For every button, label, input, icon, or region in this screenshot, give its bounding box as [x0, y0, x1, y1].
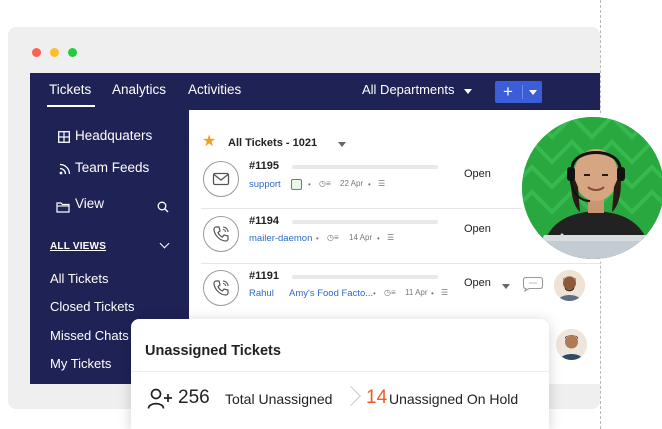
on-hold-count: 14 — [366, 387, 388, 408]
due-date-icon: ◷≡ — [319, 179, 331, 188]
search-icon[interactable] — [157, 200, 169, 218]
minimize-window-button[interactable] — [50, 48, 59, 57]
subject-placeholder-bar — [292, 275, 438, 279]
ticket-status[interactable]: Open — [464, 223, 491, 235]
ticket-date: 11 Apr — [405, 288, 428, 297]
separator-dot: • — [431, 289, 434, 298]
separator-dot: • — [373, 289, 376, 298]
add-user-icon — [147, 388, 173, 415]
due-date-icon: ◷≡ — [384, 288, 396, 297]
ticket-id[interactable]: #1194 — [249, 215, 279, 227]
ticket-list-header[interactable]: All Tickets - 1021 — [228, 137, 317, 149]
separator-dot: • — [377, 234, 380, 243]
plus-icon: + — [503, 82, 513, 101]
ticket-contact[interactable]: support — [249, 179, 281, 190]
rss-icon — [59, 162, 71, 180]
sidebar-item-headquarters[interactable]: Headquaters — [75, 128, 152, 143]
top-nav-bar: Tickets Analytics Activities All Departm… — [30, 73, 600, 110]
sidebar-item-team-feeds[interactable]: Team Feeds — [75, 160, 149, 175]
folder-icon — [56, 200, 70, 218]
app-screenshot: Tickets Analytics Activities All Departm… — [0, 0, 662, 429]
list-icon: ☰ — [378, 179, 386, 188]
total-unassigned-count: 256 — [178, 387, 210, 408]
smiley-icon — [291, 179, 302, 190]
chevron-down-icon[interactable] — [502, 284, 510, 289]
maximize-window-button[interactable] — [68, 48, 77, 57]
phone-icon — [203, 270, 239, 306]
card-divider — [131, 371, 549, 372]
agent-avatar[interactable] — [554, 270, 585, 301]
ticket-date: 14 Apr — [349, 233, 373, 242]
add-button[interactable]: + — [495, 81, 542, 103]
chevron-down-icon[interactable] — [338, 142, 346, 147]
separator-dot: • — [368, 180, 371, 189]
support-agent-photo — [519, 114, 662, 262]
list-icon: ☰ — [441, 288, 449, 297]
card-title: Unassigned Tickets — [145, 343, 281, 359]
chat-bubble-icon[interactable] — [522, 276, 544, 297]
grid-icon — [58, 130, 70, 148]
email-icon — [203, 161, 239, 197]
view-missed-chats[interactable]: Missed Chats — [50, 328, 129, 343]
tab-analytics[interactable]: Analytics — [112, 82, 166, 97]
separator-dot: • — [308, 180, 311, 189]
star-icon[interactable]: ★ — [202, 131, 216, 151]
all-views-heading[interactable]: ALL VIEWS — [50, 241, 106, 252]
ticket-date: 22 Apr — [340, 179, 364, 188]
button-separator — [522, 85, 523, 99]
unassigned-tickets-card: Unassigned Tickets 256 Total Unassigned … — [131, 319, 549, 429]
chevron-down-icon[interactable] — [159, 238, 170, 249]
subject-placeholder-bar — [292, 220, 438, 224]
phone-icon — [203, 216, 239, 252]
total-unassigned-label: Total Unassigned — [225, 391, 333, 407]
due-date-icon: ◷≡ — [327, 233, 339, 242]
view-closed-tickets[interactable]: Closed Tickets — [50, 299, 135, 314]
ticket-id[interactable]: #1191 — [249, 270, 279, 282]
on-hold-label: Unassigned On Hold — [389, 391, 519, 407]
ticket-account[interactable]: Amy's Food Facto... — [289, 288, 373, 299]
view-my-tickets[interactable]: My Tickets — [50, 356, 111, 371]
ticket-id[interactable]: #1195 — [249, 160, 279, 172]
department-selector[interactable]: All Departments — [362, 82, 454, 97]
ticket-contact[interactable]: mailer-daemon — [249, 233, 312, 244]
chevron-down-icon[interactable] — [529, 90, 537, 95]
chevron-down-icon — [464, 89, 472, 94]
ticket-status[interactable]: Open — [464, 277, 491, 289]
tab-tickets[interactable]: Tickets — [46, 82, 96, 107]
subject-placeholder-bar — [292, 165, 438, 169]
separator-dot: • — [316, 234, 319, 243]
agent-avatar[interactable] — [556, 329, 587, 360]
view-all-tickets[interactable]: All Tickets — [50, 271, 109, 286]
ticket-status[interactable]: Open — [464, 168, 491, 180]
close-window-button[interactable] — [32, 48, 41, 57]
chevron-right-icon — [341, 386, 361, 406]
tab-activities[interactable]: Activities — [188, 82, 241, 97]
list-icon: ☰ — [387, 233, 395, 242]
ticket-contact[interactable]: Rahul — [249, 288, 274, 299]
ticket-row[interactable]: #1191 Rahul Amy's Food Facto... • ◷≡ 11 … — [189, 264, 600, 319]
sidebar-item-view[interactable]: View — [75, 196, 104, 211]
